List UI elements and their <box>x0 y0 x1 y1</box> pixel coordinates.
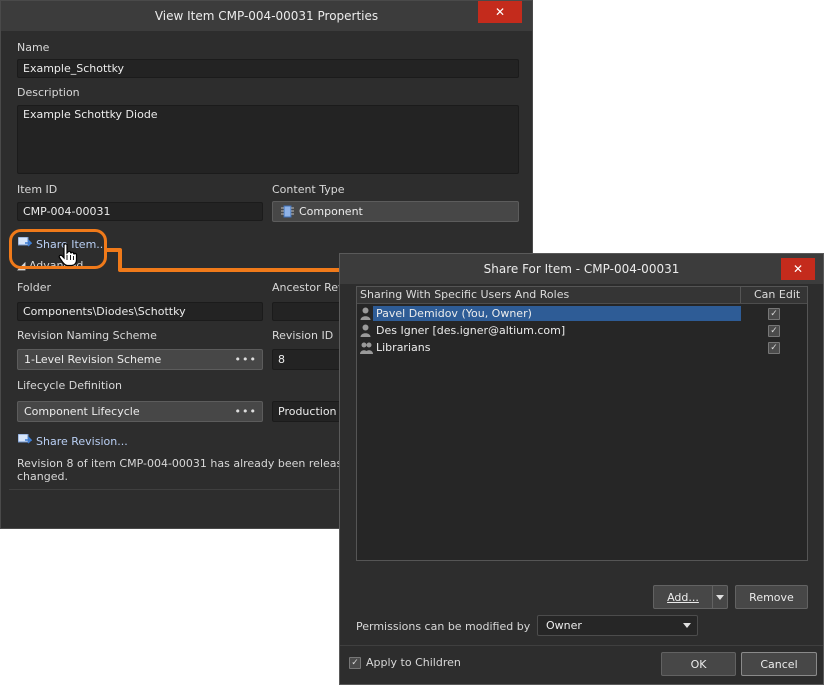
ok-button-label: OK <box>690 657 707 671</box>
lifecycle-label: Lifecycle Definition <box>17 379 123 392</box>
folder-label: Folder <box>17 281 51 294</box>
chevron-down-icon <box>716 594 724 600</box>
cancel-button[interactable]: Cancel <box>741 652 817 676</box>
permissions-select[interactable]: Owner <box>537 615 698 636</box>
content-type-button[interactable]: Component <box>272 201 519 222</box>
share-title: Share For Item - CMP-004-00031 <box>483 262 680 276</box>
share-entry-name: Librarians <box>376 341 431 354</box>
properties-title: View Item CMP-004-00031 Properties <box>154 9 379 23</box>
share-footer-separator <box>340 645 823 646</box>
revision-naming-label: Revision Naming Scheme <box>17 329 157 342</box>
release-message-line2: changed. <box>17 470 68 483</box>
share-item-window: Share For Item - CMP-004-00031 ✕ Sharing… <box>339 253 824 685</box>
remove-button-label: Remove <box>749 590 794 604</box>
list-item[interactable]: Des Igner [des.igner@altium.com] ✓ <box>357 322 807 339</box>
sharing-list-header: Sharing With Specific Users And Roles Ca… <box>357 287 807 304</box>
content-type-label: Content Type <box>272 183 345 196</box>
lifecycle-select[interactable]: Component Lifecycle ••• <box>17 401 263 422</box>
column-divider <box>740 287 741 303</box>
description-label: Description <box>17 86 80 99</box>
more-options-icon: ••• <box>234 353 257 366</box>
folder-field: Components\Diodes\Schottky <box>17 302 263 321</box>
can-edit-checkbox[interactable]: ✓ <box>768 342 780 354</box>
add-dropdown-button[interactable] <box>712 585 728 609</box>
release-message-line1: Revision 8 of item CMP-004-00031 has alr… <box>17 457 375 470</box>
can-edit-checkbox[interactable]: ✓ <box>768 325 780 337</box>
description-field[interactable]: Example Schottky Diode <box>17 105 519 174</box>
item-id-field: CMP-004-00031 <box>17 202 263 221</box>
item-id-label: Item ID <box>17 183 58 196</box>
name-label: Name <box>17 41 50 54</box>
properties-titlebar: View Item CMP-004-00031 Properties <box>1 1 532 31</box>
revision-naming-select[interactable]: 1-Level Revision Scheme ••• <box>17 349 263 370</box>
permissions-value: Owner <box>546 619 582 632</box>
can-edit-checkbox[interactable]: ✓ <box>768 308 780 320</box>
content-type-value: Component <box>299 205 363 218</box>
ok-button[interactable]: OK <box>661 652 736 676</box>
permissions-label: Permissions can be modified by <box>356 620 531 633</box>
chevron-down-icon <box>683 623 691 628</box>
share-close-button[interactable]: ✕ <box>781 258 815 280</box>
user-icon <box>360 307 371 320</box>
share-entry-name: Pavel Demidov (You, Owner) <box>373 306 741 321</box>
component-icon <box>281 205 294 218</box>
remove-button[interactable]: Remove <box>735 585 808 609</box>
close-icon: ✕ <box>792 262 804 276</box>
add-button[interactable]: Add... <box>653 585 713 609</box>
properties-close-button[interactable]: ✕ <box>478 1 522 23</box>
revision-id-label: Revision ID <box>272 329 334 342</box>
cancel-button-label: Cancel <box>760 657 798 671</box>
share-titlebar: Share For Item - CMP-004-00031 <box>340 254 823 284</box>
add-button-label: Add... <box>667 590 699 604</box>
column-header-can-edit[interactable]: Can Edit <box>754 288 800 301</box>
sharing-list[interactable]: Sharing With Specific Users And Roles Ca… <box>356 286 808 561</box>
group-icon <box>360 342 373 354</box>
close-icon: ✕ <box>494 5 506 19</box>
share-entry-name: Des Igner [des.igner@altium.com] <box>376 324 566 337</box>
more-options-icon: ••• <box>234 405 257 418</box>
lifecycle-value: Component Lifecycle <box>24 405 140 418</box>
user-icon <box>360 324 371 337</box>
hand-cursor-icon <box>58 243 78 267</box>
revision-naming-value: 1-Level Revision Scheme <box>24 353 162 366</box>
name-field[interactable]: Example_Schottky <box>17 59 519 78</box>
list-item[interactable]: Pavel Demidov (You, Owner) ✓ <box>357 305 807 322</box>
apply-to-children-label: Apply to Children <box>366 656 461 669</box>
column-header-sharing[interactable]: Sharing With Specific Users And Roles <box>360 288 569 301</box>
list-item[interactable]: Librarians ✓ <box>357 339 807 356</box>
share-icon <box>18 434 32 444</box>
apply-to-children-checkbox[interactable]: ✓ <box>349 657 361 669</box>
share-revision-link[interactable]: Share Revision... <box>36 435 128 448</box>
